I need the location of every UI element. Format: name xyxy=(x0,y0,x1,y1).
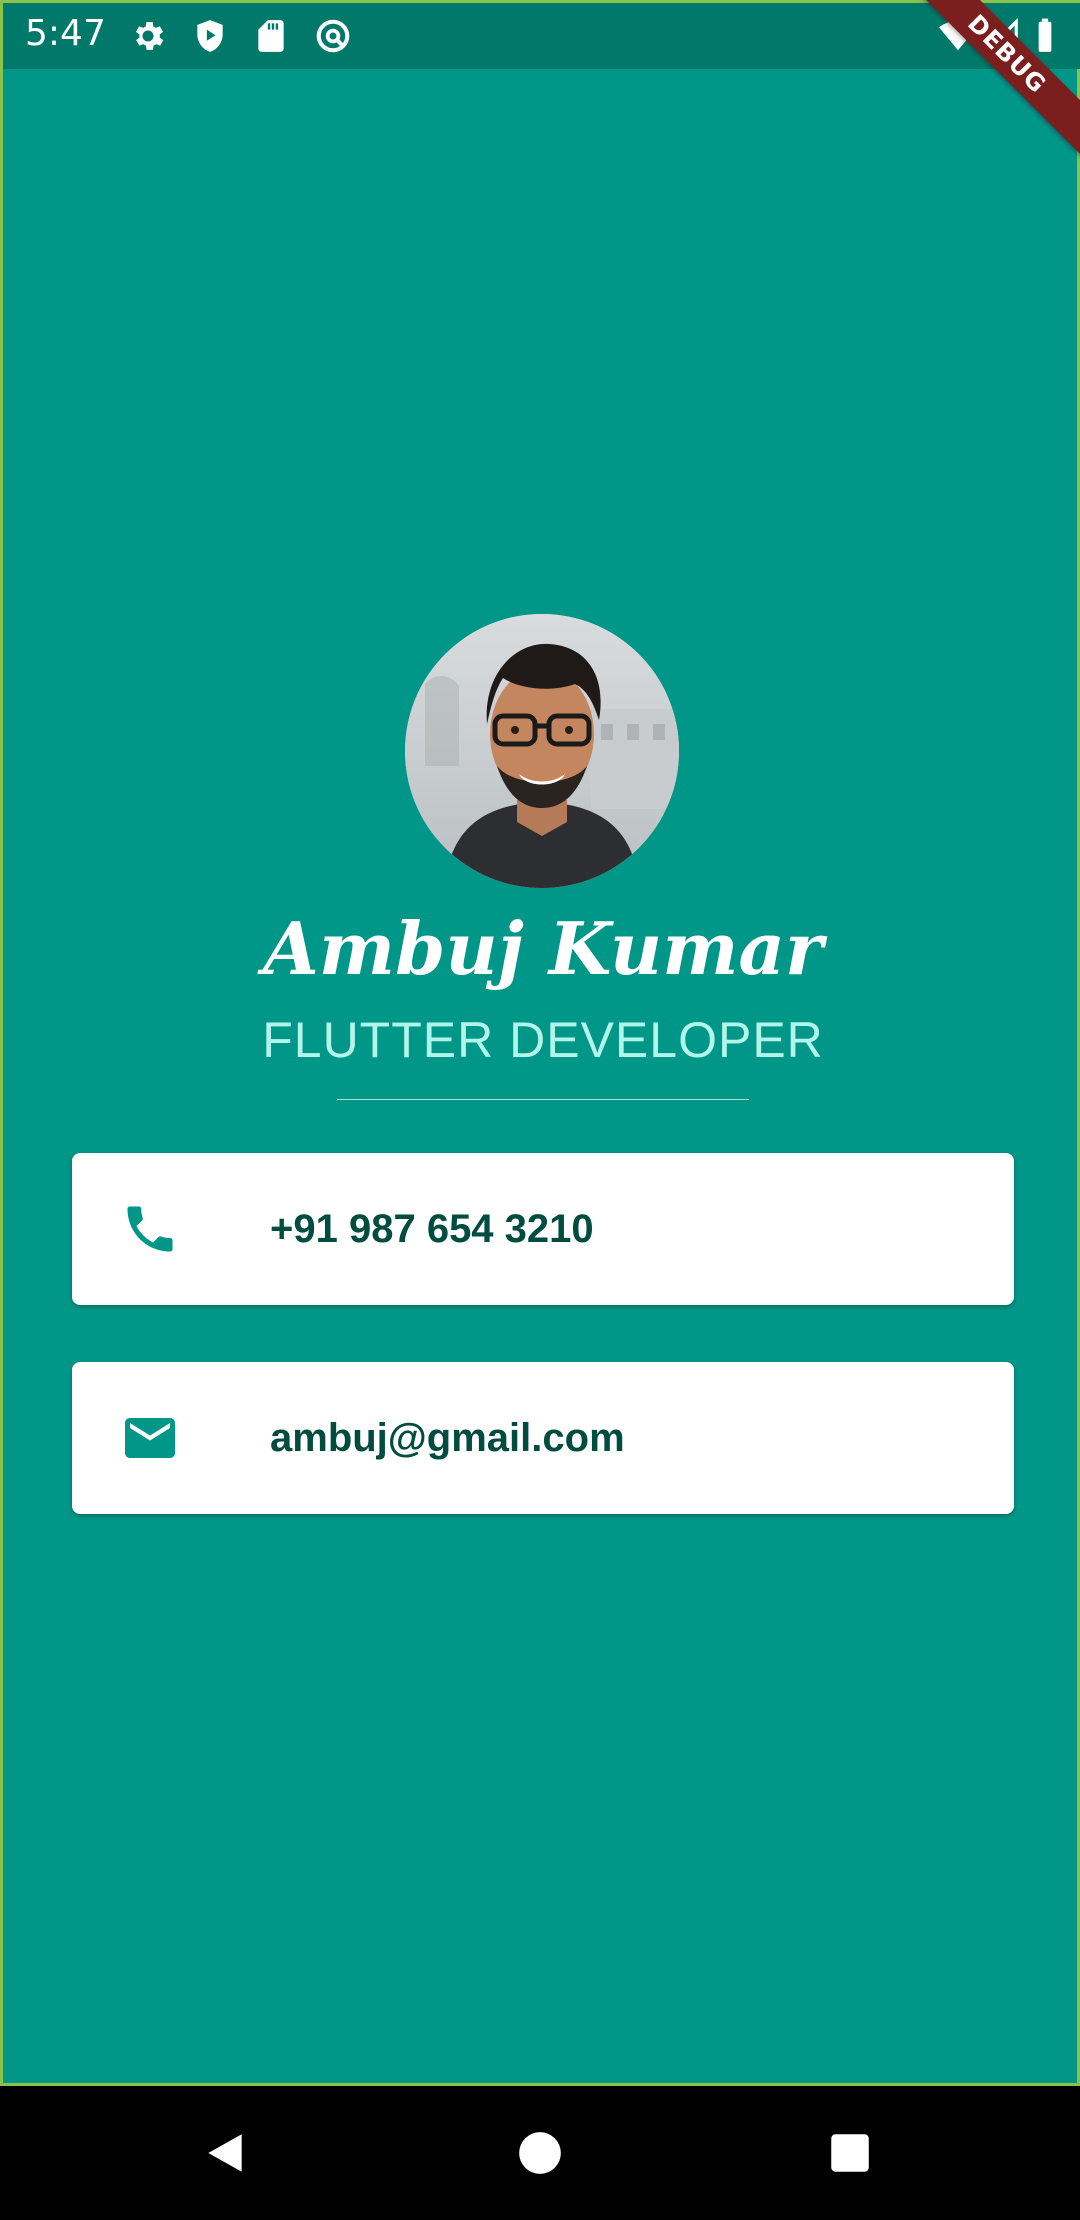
phone-card[interactable]: +91 987 654 3210 xyxy=(72,1153,1014,1305)
avatar xyxy=(405,614,679,888)
navigation-bar xyxy=(0,2086,1080,2220)
email-address: ambuj@gmail.com xyxy=(270,1416,625,1460)
back-button[interactable] xyxy=(200,2128,250,2178)
phone-number: +91 987 654 3210 xyxy=(270,1207,594,1251)
phone-icon xyxy=(120,1199,180,1259)
recents-button[interactable] xyxy=(825,2128,875,2178)
shield-play-icon xyxy=(191,17,229,55)
mail-icon xyxy=(120,1408,180,1468)
home-button[interactable] xyxy=(515,2128,565,2178)
status-time: 5:47 xyxy=(25,13,106,54)
divider xyxy=(337,1099,749,1100)
battery-icon xyxy=(1033,17,1057,55)
sd-card-icon xyxy=(252,17,290,55)
app-screen: 5:47 DEBUG Ambuj Kumar FLUTTER DEVELOPER… xyxy=(0,0,1080,2086)
profile-title: FLUTTER DEVELOPER xyxy=(262,1012,824,1068)
gear-icon xyxy=(129,17,167,55)
status-bar: 5:47 xyxy=(3,3,1080,69)
email-card[interactable]: ambuj@gmail.com xyxy=(72,1362,1014,1514)
profile-name: Ambuj Kumar xyxy=(263,906,823,991)
vpn-icon xyxy=(314,17,352,55)
